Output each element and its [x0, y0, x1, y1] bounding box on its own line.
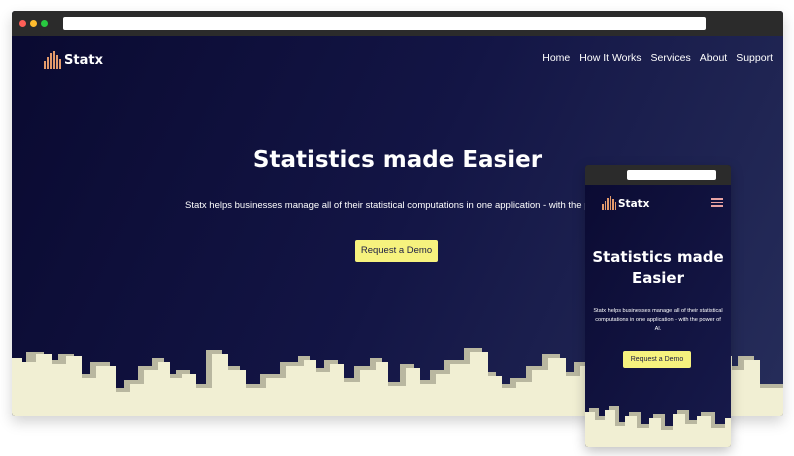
mobile-address-bar[interactable]: [627, 170, 716, 180]
hero-subtitle: Statx helps businesses manage all of the…: [185, 200, 611, 211]
main-nav: Home How It Works Services About Support: [542, 52, 773, 64]
mobile-page: Statx Statistics made Easier Statx helps…: [585, 185, 731, 447]
nav-link-how-it-works[interactable]: How It Works: [579, 52, 641, 64]
browser-toolbar: [12, 11, 783, 36]
mobile-request-demo-button[interactable]: Request a Demo: [623, 351, 691, 368]
brand-name: Statx: [64, 53, 103, 68]
request-demo-button[interactable]: Request a Demo: [355, 240, 438, 262]
minimize-dot-icon: [30, 20, 37, 27]
mobile-browser-mockup: Statx Statistics made Easier Statx helps…: [585, 165, 731, 447]
close-dot-icon: [19, 20, 26, 27]
bar-chart-icon: [602, 196, 616, 210]
mobile-brand-logo[interactable]: Statx: [602, 196, 649, 210]
mobile-city-skyline: [585, 406, 731, 447]
mobile-brand-name: Statx: [618, 198, 650, 210]
address-bar[interactable]: [63, 17, 706, 30]
mobile-hero-subtitle: Statx helps businesses manage all of the…: [593, 308, 723, 332]
maximize-dot-icon: [41, 20, 48, 27]
nav-link-services[interactable]: Services: [651, 52, 691, 64]
nav-link-about[interactable]: About: [700, 52, 727, 64]
mobile-browser-toolbar: [585, 165, 731, 185]
nav-link-support[interactable]: Support: [736, 52, 773, 64]
brand-logo[interactable]: Statx: [44, 49, 103, 69]
bar-chart-icon: [44, 51, 61, 69]
hamburger-icon[interactable]: [711, 198, 723, 207]
nav-link-home[interactable]: Home: [542, 52, 570, 64]
mobile-hero-title: Statistics made Easier: [592, 248, 724, 287]
